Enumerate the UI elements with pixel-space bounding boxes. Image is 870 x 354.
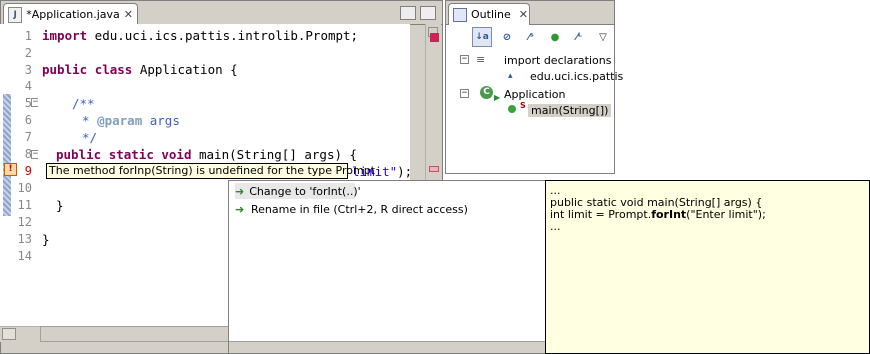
editor-tab-application[interactable]: J *Application.java ✕ [3, 3, 138, 25]
outline-tab-label: Outline [471, 8, 511, 21]
import-icon: ▴ [508, 71, 513, 81]
outline-icon [453, 7, 467, 22]
maximize-icon[interactable] [420, 6, 436, 20]
quick-fix-preview: ... public static void main(String[] arg… [545, 180, 870, 354]
quick-fix-scrollbar[interactable] [229, 341, 545, 353]
keyword-void: void [161, 147, 192, 162]
public-method-icon [508, 105, 516, 113]
line-number: 1 [24, 29, 32, 43]
line-number: 8 [24, 147, 32, 161]
close-tab-icon[interactable]: ✕ [124, 8, 133, 21]
preview-text: ("Enter limit"); [686, 208, 766, 221]
quick-fix-popup: ➜ Change to 'forInt(..)' ➜ Rename in fil… [228, 180, 546, 354]
outline-toolbar: ↓a ⊘ ⁄ˢ ● ⁄ᴸ ▽ [472, 27, 612, 47]
method-signature: main(String[] args) { [191, 147, 358, 162]
static-marker: S [520, 101, 526, 110]
javadoc-tag: @param [97, 113, 143, 128]
code-line-1: import edu.uci.ics.pattis.introlib.Promp… [42, 28, 358, 43]
code-line-5: /** [72, 96, 95, 111]
editor-window-controls [400, 6, 436, 20]
quick-fix-item[interactable]: ➜ Change to 'forInt(..)' [235, 183, 361, 199]
java-file-icon: J [8, 6, 23, 23]
line-number: 12 [17, 215, 32, 229]
line-number: 4 [24, 79, 32, 93]
keyword-public: public [42, 62, 88, 77]
outline-view: Outline ✕ ↓a ⊘ ⁄ˢ ● ⁄ᴸ ▽ − ≡ import decl… [445, 0, 623, 174]
javadoc-star: * [82, 113, 98, 128]
line-number: 10 [17, 181, 32, 195]
line-number: 13 [17, 232, 32, 246]
quick-fix-item[interactable]: ➜ Rename in file (Ctrl+2, R direct acces… [235, 201, 468, 217]
editor-tab-bar: J *Application.java ✕ [1, 1, 442, 25]
import-path: edu.uci.ics.pattis.introlib.Prompt; [87, 28, 359, 43]
tree-item-class[interactable]: Application [504, 88, 565, 101]
code-line-7: */ [82, 130, 98, 145]
preview-text: int limit = Prompt. [550, 208, 652, 221]
outline-tab[interactable]: Outline ✕ [448, 3, 530, 25]
line-number: 6 [24, 113, 32, 127]
close-tab-icon[interactable]: ✕ [519, 8, 528, 21]
arrow-right-icon: ➜ [235, 184, 245, 198]
hide-local-types-icon[interactable]: ⁄ᴸ [570, 28, 588, 46]
tree-collapse-icon[interactable]: − [460, 55, 469, 64]
class-declaration: Application { [132, 62, 238, 77]
arrow-right-icon: ➜ [235, 202, 245, 216]
line-number: 11 [17, 198, 32, 212]
import-declarations-icon: ≡ [476, 53, 486, 66]
code-line-13: } [42, 232, 50, 247]
view-menu-icon[interactable]: ▽ [594, 28, 612, 46]
hide-static-icon[interactable]: ⁄ˢ [522, 28, 540, 46]
preview-change-highlight: forInt [651, 208, 687, 221]
quick-diff-change-bar [3, 94, 11, 216]
overview-error-marker[interactable] [429, 166, 439, 172]
line-number: 5 [24, 96, 32, 110]
quick-fix-label: Rename in file (Ctrl+2, R direct access) [251, 202, 468, 216]
keyword-public: public [56, 147, 102, 162]
keyword-static: static [108, 147, 154, 162]
line-number: 7 [24, 130, 32, 144]
tree-item-method[interactable]: main(String[]) [528, 104, 612, 117]
error-tooltip: The method forInp(String) is undefined f… [46, 163, 375, 179]
line-number: 2 [24, 46, 32, 60]
error-indicator-icon[interactable] [430, 33, 439, 42]
tree-item-imports[interactable]: import declarations [504, 54, 611, 67]
code-line-6: * @param args [82, 113, 180, 128]
statement-end: ); [397, 164, 413, 179]
preview-line: int limit = Prompt.forInt("Enter limit")… [550, 209, 865, 221]
tree-item-import[interactable]: edu.uci.ics.pattis [530, 70, 623, 83]
keyword-import: import [42, 28, 88, 43]
minimize-icon[interactable] [400, 6, 416, 20]
code-line-8: public static void main(String[] args) { [56, 147, 357, 162]
hide-fields-icon[interactable]: ⊘ [498, 28, 516, 46]
keyword-class: class [94, 62, 133, 77]
class-icon: C [480, 86, 493, 99]
code-line-3: public class Application { [42, 62, 238, 77]
outline-tab-bar: Outline ✕ [446, 1, 614, 25]
code-line-11: } [56, 198, 64, 213]
line-number: 14 [17, 249, 32, 263]
quick-fix-label: Change to 'forInt(..)' [249, 184, 361, 198]
run-decorator-icon: ▶ [494, 93, 501, 102]
tree-collapse-icon[interactable]: − [460, 89, 469, 98]
editor-tab-label: *Application.java [26, 8, 120, 21]
hide-nonpublic-icon[interactable]: ● [546, 28, 564, 46]
scroll-left-button[interactable] [2, 328, 16, 340]
quick-fix-error-icon[interactable]: ! [4, 163, 17, 176]
line-number: 3 [24, 63, 32, 77]
javadoc-param: args [142, 113, 180, 128]
sort-az-icon[interactable]: ↓a [472, 27, 492, 47]
preview-line: ... [550, 220, 561, 233]
